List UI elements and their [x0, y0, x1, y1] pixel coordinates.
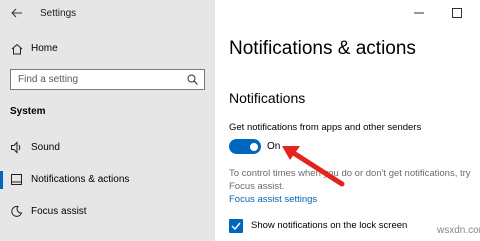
back-button[interactable] [6, 2, 28, 24]
sidebar-item-label: Sound [31, 142, 60, 153]
sidebar-item-notifications[interactable]: Notifications & actions [0, 168, 215, 192]
app-title: Settings [40, 8, 77, 19]
sidebar-item-home[interactable]: Home [0, 38, 215, 60]
watermark: wsxdn.com [437, 225, 480, 236]
maximize-icon[interactable] [447, 6, 467, 20]
help-text-line1: To control times when you do or don't ge… [229, 168, 471, 179]
help-text-line2: Focus assist. [229, 181, 285, 192]
lock-screen-checkbox-label: Show notifications on the lock screen [251, 220, 408, 231]
speaker-icon [11, 141, 21, 154]
lock-screen-checkbox[interactable] [229, 219, 243, 233]
home-icon [11, 43, 23, 55]
search-icon[interactable] [187, 74, 198, 85]
sidebar-item-label: Notifications & actions [31, 174, 130, 185]
main-content: Notifications & actions Notifications Ge… [215, 0, 480, 241]
focus-assist-settings-link[interactable]: Focus assist settings [229, 194, 317, 205]
page-title: Notifications & actions [229, 38, 416, 59]
section-header: System [10, 106, 46, 117]
toggle-state-label: On [267, 141, 281, 152]
notifications-heading: Notifications [229, 90, 306, 106]
back-arrow-icon [11, 8, 22, 18]
moon-icon [11, 205, 23, 217]
checkmark-icon [231, 222, 241, 231]
minimize-icon[interactable] [409, 6, 429, 20]
active-indicator [0, 171, 3, 189]
sidebar-item-sound[interactable]: Sound [0, 136, 215, 160]
search-input[interactable] [11, 70, 181, 89]
toggle-description: Get notifications from apps and other se… [229, 122, 422, 133]
sidebar-item-focus-assist[interactable]: Focus assist [0, 200, 215, 224]
toggle-knob [250, 142, 258, 151]
sidebar-item-label: Home [31, 43, 58, 54]
sidebar: Settings Home System Sound Notifications… [0, 0, 215, 241]
notifications-toggle[interactable] [229, 139, 261, 154]
sidebar-item-label: Focus assist [31, 206, 87, 217]
notification-icon [11, 174, 22, 185]
search-box [10, 69, 205, 90]
